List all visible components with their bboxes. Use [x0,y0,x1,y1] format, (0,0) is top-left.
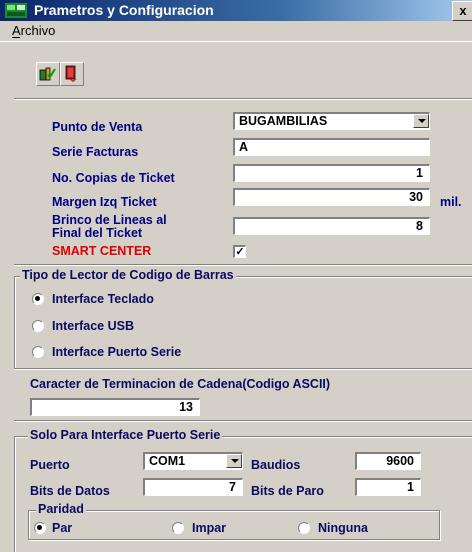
radio-selected-dot [35,296,40,301]
terminacion-input[interactable]: 13 [30,398,200,416]
window-title: Prametros y Configuracion [34,2,214,18]
title-bar: Prametros y Configuracion x [0,0,472,21]
smart-center-label: SMART CENTER [52,244,152,258]
terminacion-label: Caracter de Terminacion de Cadena(Codigo… [30,377,331,391]
menu-bar: Archivo [0,21,472,42]
radio-interface-usb[interactable] [32,320,44,332]
radio-interface-puerto-serie[interactable] [32,346,44,358]
paridad-impar-label[interactable]: Impar [192,521,226,535]
radio-paridad-impar[interactable] [172,522,184,534]
save-exit-icon [39,67,56,81]
lector-legend: Tipo de Lector de Codigo de Barras [20,268,236,282]
radio-selected-dot [37,525,42,530]
puerto-label: Puerto [30,458,70,472]
interface-usb-label[interactable]: Interface USB [52,319,134,333]
margen-izq-input[interactable]: 30 [233,188,430,206]
paridad-legend: Paridad [36,502,86,516]
puerto-value: COM1 [149,454,186,468]
radio-paridad-ninguna[interactable] [298,522,310,534]
menu-archivo[interactable]: Archivo [12,23,55,38]
app-icon [4,2,28,19]
exit-button[interactable] [60,62,84,86]
menu-underline [12,37,20,38]
chevron-down-icon [418,119,426,123]
separator [14,368,472,370]
brinco-lineas-input[interactable]: 8 [233,217,430,235]
radio-paridad-par[interactable] [34,522,46,534]
punto-venta-label: Punto de Venta [52,120,143,134]
paridad-par-label[interactable]: Par [52,521,72,535]
bits-datos-label: Bits de Datos [30,484,110,498]
close-icon: x [459,3,467,18]
punto-venta-dropdown-button[interactable] [413,114,429,128]
paridad-group [28,510,440,540]
separator [14,98,472,100]
margen-izq-label: Margen Izq Ticket [52,195,157,209]
check-icon: ✓ [235,246,245,258]
copias-ticket-label: No. Copias de Ticket [52,171,175,185]
baudios-input[interactable]: 9600 [355,452,421,470]
close-button[interactable]: x [452,1,472,21]
bits-paro-label: Bits de Paro [251,484,324,498]
radio-interface-teclado[interactable] [32,293,44,305]
punto-venta-value: BUGAMBILIAS [239,114,328,128]
serie-facturas-input[interactable]: A [233,138,430,156]
puerto-select[interactable]: COM1 [143,452,243,470]
chevron-down-icon [231,459,239,463]
bits-paro-input[interactable]: 1 [355,478,421,496]
serie-facturas-label: Serie Facturas [52,145,139,159]
serie-legend: Solo Para Interface Puerto Serie [28,428,223,442]
save-exit-button[interactable] [36,62,60,86]
separator [14,420,472,422]
interface-teclado-label[interactable]: Interface Teclado [52,292,154,306]
separator [14,264,472,266]
puerto-dropdown-button[interactable] [226,454,242,468]
copias-ticket-input[interactable]: 1 [233,164,430,182]
baudios-label: Baudios [251,458,301,472]
paridad-ninguna-label[interactable]: Ninguna [318,521,368,535]
exit-door-icon [65,65,77,82]
brinco-lineas-label-2: Final del Ticket [52,226,143,240]
interface-puerto-serie-label[interactable]: Interface Puerto Serie [52,345,181,359]
smart-center-checkbox[interactable]: ✓ [233,245,246,258]
margen-unit-label: mil. [440,195,462,209]
brinco-lineas-label-1: Brinco de Lineas al [52,213,167,227]
punto-venta-select[interactable]: BUGAMBILIAS [233,112,430,130]
bits-datos-input[interactable]: 7 [143,478,243,496]
